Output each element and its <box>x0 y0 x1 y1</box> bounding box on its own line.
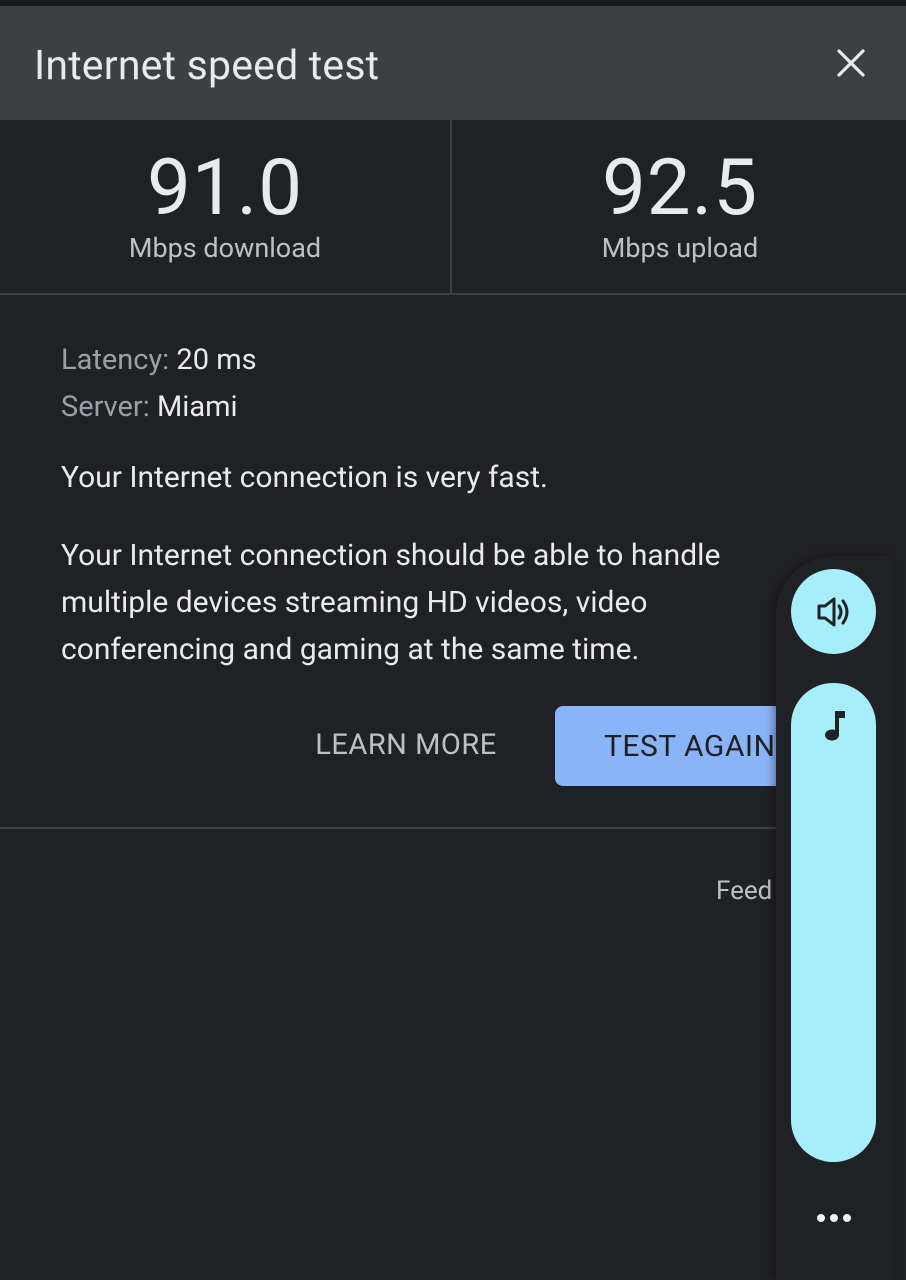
more-horiz-icon <box>817 1214 851 1222</box>
feedback-link[interactable]: Feed <box>716 876 772 906</box>
speed-description: Your Internet connection should be able … <box>61 538 721 667</box>
latency-label: Latency: <box>61 343 170 377</box>
close-button[interactable] <box>828 40 874 86</box>
server-value: Miami <box>156 390 238 424</box>
download-unit: Mbps download <box>128 232 322 264</box>
latency-value: 20 ms <box>176 343 257 377</box>
upload-unit: Mbps upload <box>601 232 759 264</box>
speaker-button[interactable] <box>791 569 876 654</box>
download-metric: 91.0 Mbps download <box>0 120 452 295</box>
music-note-icon <box>814 704 854 748</box>
speed-verdict: Your Internet connection is very fast. <box>61 460 548 495</box>
more-options-button[interactable] <box>806 1198 862 1238</box>
speed-results: 91.0 Mbps download 92.5 Mbps upload <box>0 120 906 295</box>
upload-value: 92.5 <box>601 143 759 234</box>
dialog-header: Internet speed test <box>0 6 906 120</box>
download-value: 91.0 <box>146 143 304 234</box>
server-label: Server: <box>61 390 150 424</box>
dialog-title: Internet speed test <box>34 42 380 90</box>
learn-more-button[interactable]: LEARN MORE <box>290 716 522 774</box>
upload-metric: 92.5 Mbps upload <box>454 120 906 295</box>
section-divider <box>0 827 800 829</box>
server-row: Server: Miami <box>61 387 791 434</box>
volume-slider[interactable] <box>791 683 876 1162</box>
latency-row: Latency: 20 ms <box>61 340 791 387</box>
test-details: Latency: 20 ms Server: Miami <box>61 340 791 434</box>
speaker-icon <box>817 597 848 626</box>
close-icon <box>837 49 865 77</box>
